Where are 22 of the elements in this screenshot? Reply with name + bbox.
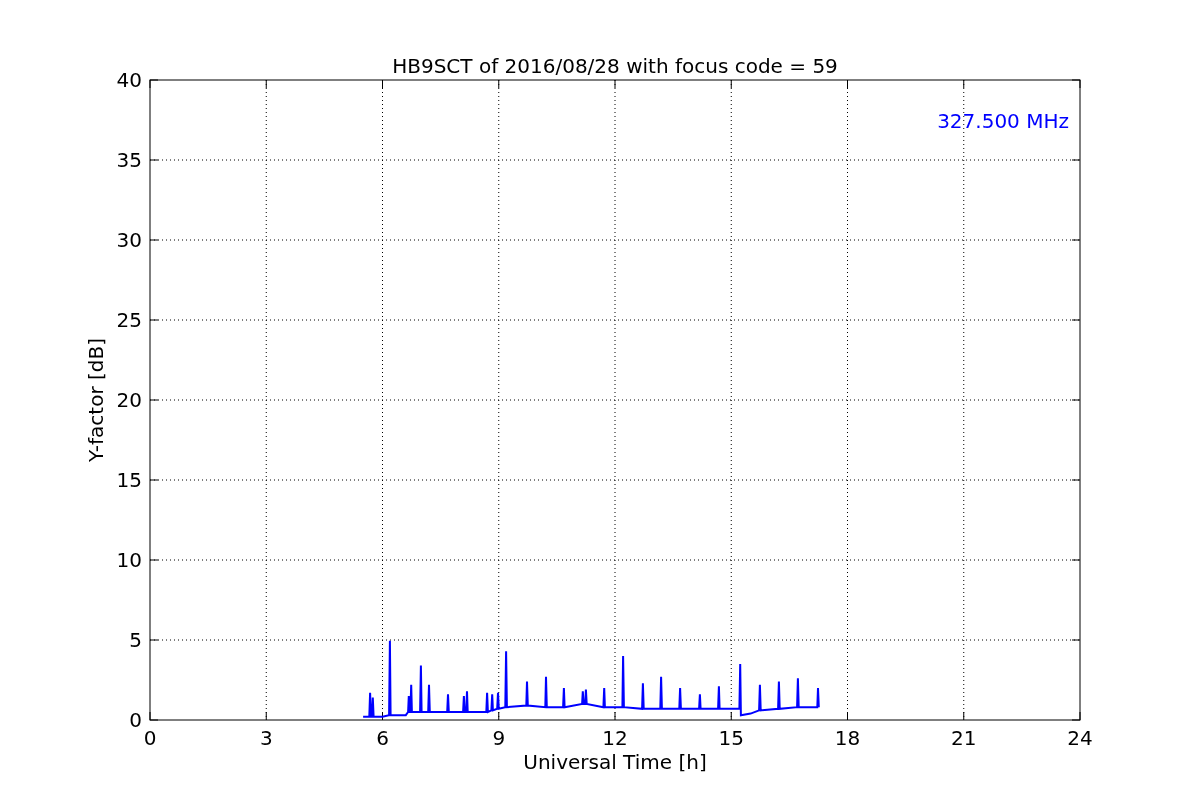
- x-tick-label: 15: [718, 726, 744, 750]
- y-tick-label: 25: [116, 308, 142, 332]
- x-tick-label: 21: [951, 726, 977, 750]
- y-tick-label: 30: [116, 228, 142, 252]
- y-tick-label: 5: [129, 628, 142, 652]
- frequency-label: 327.500 MHz: [937, 109, 1069, 133]
- y-tick-label: 10: [116, 548, 142, 572]
- y-tick-label: 20: [116, 388, 142, 412]
- x-tick-label: 18: [834, 726, 861, 750]
- x-tick-label: 24: [1067, 726, 1093, 750]
- x-tick-label: 6: [376, 726, 389, 750]
- y-axis-label: Y-factor [dB]: [84, 338, 108, 462]
- x-tick-label: 3: [259, 726, 273, 750]
- x-tick-label: 9: [492, 726, 506, 750]
- y-tick-label: 35: [116, 148, 142, 172]
- y-tick-label: 0: [129, 708, 142, 732]
- y-tick-label: 15: [116, 468, 142, 492]
- x-tick-label: 12: [602, 726, 628, 750]
- x-axis-label: Universal Time [h]: [523, 750, 707, 774]
- chart-title: HB9SCT of 2016/08/28 with focus code = 59: [392, 54, 838, 78]
- x-tick-label: 0: [143, 726, 157, 750]
- y-tick-label: 40: [116, 68, 142, 92]
